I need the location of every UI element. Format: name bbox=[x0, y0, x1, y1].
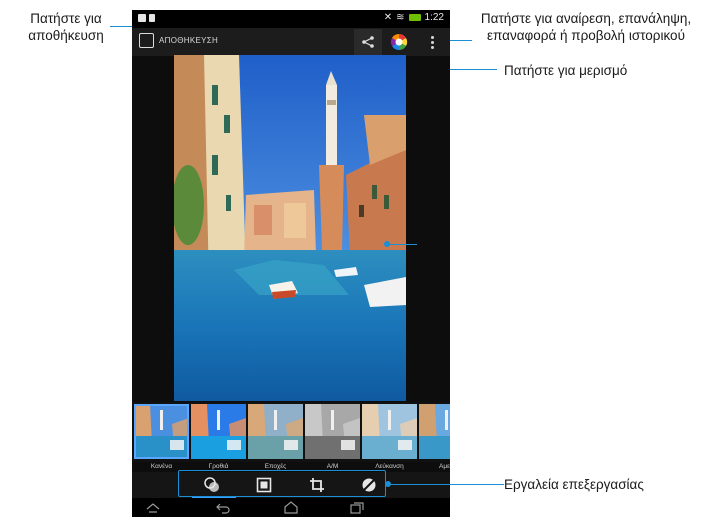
callout-save: Πατήστε για αποθήκευση bbox=[8, 10, 124, 44]
callout-more: Πατήστε για αναίρεση, επανάληψη, επαναφο… bbox=[452, 10, 720, 44]
filter-label-5: Λεύκανση bbox=[375, 463, 404, 470]
filter-thumbnail-2[interactable] bbox=[191, 404, 246, 459]
photo-marker-dot bbox=[384, 241, 390, 247]
battery-icon bbox=[408, 14, 421, 21]
filter-preview-image bbox=[362, 404, 417, 459]
clock: 1:22 bbox=[424, 12, 444, 23]
photo-marker-line bbox=[387, 244, 417, 246]
home-up-icon[interactable] bbox=[144, 500, 162, 515]
wifi-icon: ≋ bbox=[396, 12, 405, 23]
callout-share: Πατήστε για μερισμό bbox=[504, 63, 628, 78]
color-button[interactable] bbox=[387, 30, 411, 54]
filter-label-3: Εποχές bbox=[264, 463, 287, 470]
callout-more-line-1: Πατήστε για αναίρεση, επανάληψη, bbox=[480, 11, 692, 26]
tools-bracket bbox=[178, 470, 386, 497]
callout-save-line-1: Πατήστε για bbox=[30, 11, 102, 26]
tablet-screen: ✕ ≋ 1:22 ΑΠΟΘΗΚΕΥΣΗ Κανένα Γροθιά Εποχές… bbox=[132, 10, 450, 517]
signal-icon: ✕ bbox=[383, 12, 393, 23]
home-icon[interactable] bbox=[282, 500, 300, 515]
filter-label-1: Κανένα bbox=[150, 463, 173, 470]
status-right: ✕ ≋ 1:22 bbox=[384, 12, 444, 23]
filter-preview-image bbox=[305, 404, 360, 459]
save-icon[interactable] bbox=[139, 33, 154, 48]
callout-save-line-2: αποθήκευση bbox=[28, 28, 104, 43]
filter-preview-image bbox=[248, 404, 303, 459]
filter-preview-image bbox=[191, 404, 246, 459]
status-bar: ✕ ≋ 1:22 bbox=[132, 10, 450, 28]
filter-label-4: Α/Μ bbox=[326, 463, 339, 470]
more-vertical-icon bbox=[430, 35, 434, 39]
filter-preview-image bbox=[134, 404, 189, 459]
filter-label-2: Γροθιά bbox=[208, 463, 229, 470]
main-photo[interactable] bbox=[174, 55, 406, 401]
filter-label-6: Αμεσ bbox=[439, 463, 450, 470]
filter-thumbnail-4[interactable] bbox=[305, 404, 360, 459]
back-icon[interactable] bbox=[214, 500, 232, 515]
filter-thumbnail-6[interactable] bbox=[419, 404, 450, 459]
notification-icon bbox=[138, 14, 146, 22]
share-button[interactable] bbox=[354, 29, 382, 55]
filter-thumbnail-3[interactable] bbox=[248, 404, 303, 459]
action-bar: ΑΠΟΘΗΚΕΥΣΗ bbox=[132, 28, 450, 56]
navigation-bar bbox=[132, 498, 450, 517]
venice-canal-image bbox=[174, 55, 406, 401]
recents-icon[interactable] bbox=[348, 500, 366, 515]
callout-tools: Εργαλεία επεξεργασίας bbox=[504, 477, 644, 492]
callout-more-line-2: επαναφορά ή προβολή ιστορικού bbox=[487, 28, 685, 43]
filter-thumbnail-1[interactable] bbox=[134, 404, 189, 459]
filter-preview-image bbox=[419, 404, 450, 459]
save-button-label[interactable]: ΑΠΟΘΗΚΕΥΣΗ bbox=[159, 36, 218, 45]
callout-tools-leader bbox=[388, 484, 504, 486]
notification-icon-2 bbox=[149, 14, 155, 22]
share-icon bbox=[362, 36, 374, 48]
more-button[interactable] bbox=[426, 32, 438, 52]
color-wheel-icon bbox=[390, 33, 408, 51]
filter-thumbnail-5[interactable] bbox=[362, 404, 417, 459]
